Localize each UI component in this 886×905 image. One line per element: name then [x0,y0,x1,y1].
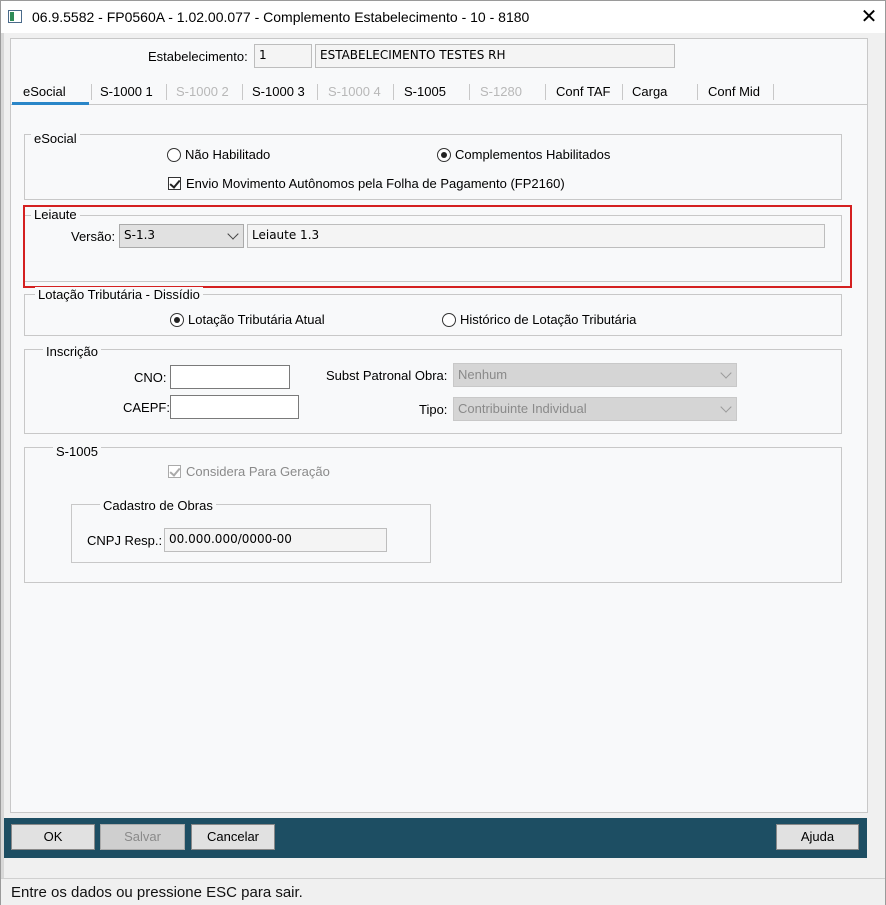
caepf-field[interactable] [170,395,299,419]
cadastro-obras-legend: Cadastro de Obras [100,498,216,513]
tab-s1000-4[interactable]: S-1000 4 [328,84,381,99]
inscricao-legend: Inscrição [43,344,102,359]
tab-carga[interactable]: Carga [632,84,667,99]
tab-bar: eSocial S-1000 1 S-1000 2 S-1000 3 S-100… [11,79,867,105]
ok-button[interactable]: OK [11,824,95,850]
checkbox-envio-movimento-label: Envio Movimento Autônomos pela Folha de … [186,176,565,191]
esocial-legend: eSocial [31,131,80,146]
radio-complementos-habilitados-label: Complementos Habilitados [455,147,611,162]
checkbox-envio-movimento[interactable] [168,177,181,190]
radio-nao-habilitado-label: Não Habilitado [185,147,271,162]
active-tab-indicator [12,102,89,105]
salvar-button[interactable]: Salvar [100,824,185,850]
s1005-legend: S-1005 [53,444,101,459]
radio-historico-lotacao-label: Histórico de Lotação Tributária [460,312,637,327]
tab-conf-mid[interactable]: Conf Mid [708,84,760,99]
status-bar: Entre os dados ou pressione ESC para sai… [1,878,885,905]
tab-separator [166,84,167,100]
radio-complementos-habilitados[interactable] [437,148,451,162]
app-icon [8,10,22,23]
chevron-down-icon [720,367,732,379]
tab-separator [773,84,774,100]
tab-separator [545,84,546,100]
tipo-dropdown[interactable]: Contribuinte Individual [453,397,737,421]
estabelecimento-label: Estabelecimento: [148,49,248,64]
subst-patronal-value: Nenhum [458,367,508,382]
tipo-value: Contribuinte Individual [458,401,587,416]
radio-lotacao-atual-label: Lotação Tributária Atual [188,312,325,327]
tipo-label: Tipo: [419,402,448,417]
ajuda-button[interactable]: Ajuda [776,824,859,850]
estabelecimento-name-field: ESTABELECIMENTO TESTES RH [315,44,675,68]
radio-historico-lotacao[interactable] [442,313,456,327]
tab-s1280[interactable]: S-1280 [480,84,522,99]
cancelar-button[interactable]: Cancelar [191,824,275,850]
tab-separator [317,84,318,100]
cnpj-resp-field: 00.000.000/0000-00 [164,528,387,552]
close-icon[interactable]: ✕ [856,4,882,30]
tab-esocial[interactable]: eSocial [23,84,66,99]
tab-conf-taf[interactable]: Conf TAF [556,84,610,99]
status-text: Entre os dados ou pressione ESC para sai… [11,884,303,901]
cnpj-resp-label: CNPJ Resp.: [87,533,163,548]
checkbox-considera-geracao[interactable] [168,465,181,478]
subst-patronal-dropdown[interactable]: Nenhum [453,363,737,387]
tab-s1000-3[interactable]: S-1000 3 [252,84,305,99]
tab-separator [697,84,698,100]
radio-lotacao-atual[interactable] [170,313,184,327]
tab-s1005[interactable]: S-1005 [404,84,446,99]
tab-separator [242,84,243,100]
subst-patronal-label: Subst Patronal Obra: [326,368,448,383]
button-bar: OK Salvar Cancelar Ajuda [4,818,867,858]
title-bar: 06.9.5582 - FP0560A - 1.02.00.077 - Comp… [1,1,885,33]
tab-separator [622,84,623,100]
dialog-window: 06.9.5582 - FP0560A - 1.02.00.077 - Comp… [0,0,886,905]
inscricao-group [24,349,842,434]
left-border [1,33,4,878]
tab-separator [469,84,470,100]
checkbox-considera-geracao-label: Considera Para Geração [186,464,330,479]
tab-separator [91,84,92,100]
lotacao-legend: Lotação Tributária - Dissídio [35,287,203,302]
caepf-label: CAEPF: [123,400,170,415]
tab-s1000-2[interactable]: S-1000 2 [176,84,229,99]
highlight-box [23,205,852,288]
window-title: 06.9.5582 - FP0560A - 1.02.00.077 - Comp… [32,9,530,25]
tab-s1000-1[interactable]: S-1000 1 [100,84,153,99]
tab-separator [393,84,394,100]
estabelecimento-bar: Estabelecimento: 1 ESTABELECIMENTO TESTE… [11,39,867,76]
cno-label: CNO: [134,370,167,385]
estabelecimento-code-field: 1 [254,44,312,68]
cno-field[interactable] [170,365,290,389]
radio-nao-habilitado[interactable] [167,148,181,162]
chevron-down-icon [720,401,732,413]
